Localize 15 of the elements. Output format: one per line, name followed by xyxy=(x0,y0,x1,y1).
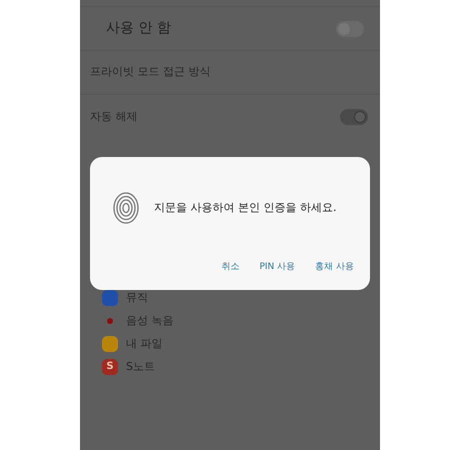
setting-title: 사용 안 함 xyxy=(106,19,171,38)
dialog-button[interactable]: 취소 xyxy=(219,260,242,274)
dialog-button[interactable]: 홍채 사용 xyxy=(313,260,356,274)
app-name[interactable]: S노트 xyxy=(126,358,155,376)
dialog-button[interactable]: PIN 사용 xyxy=(257,260,298,274)
dialog-message: 지문을 사용하여 본인 인증을 하세요. xyxy=(154,200,336,216)
app-name[interactable]: 뮤직 xyxy=(126,290,148,306)
fingerprint-icon xyxy=(112,191,140,225)
toggle-switch[interactable] xyxy=(340,109,368,125)
setting-title: 프라이빗 모드 접근 방식 xyxy=(90,64,210,80)
app-icon: S xyxy=(102,359,118,375)
setting-title: 자동 해제 xyxy=(90,108,138,125)
app-name[interactable]: 음성 녹음 xyxy=(126,312,174,330)
toggle-switch[interactable] xyxy=(336,20,364,36)
app-name[interactable]: 내 파일 xyxy=(126,336,162,352)
